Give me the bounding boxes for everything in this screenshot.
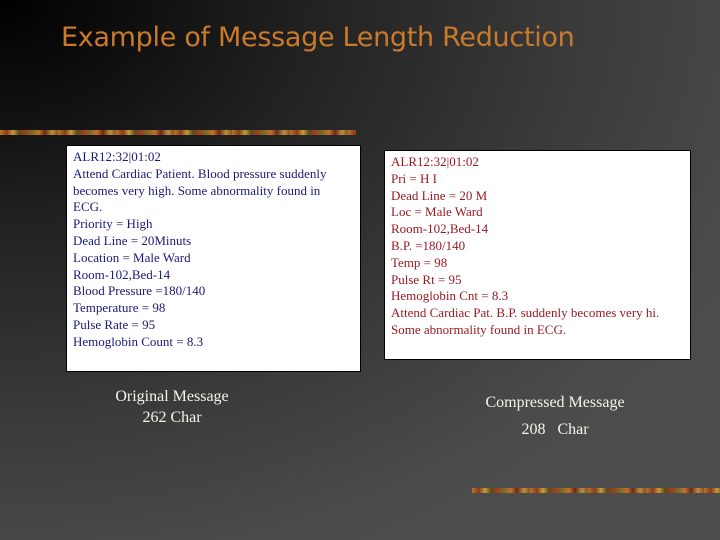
original-line: Pulse Rate = 95 (73, 316, 156, 332)
compressed-line: Room-102,Bed-14 (391, 221, 489, 237)
original-char-count: 262 Char (142, 409, 202, 426)
compressed-line: Pri = H I (391, 170, 437, 186)
compressed-line: Attend Cardiac Pat. B.P. suddenly become… (391, 305, 660, 321)
compressed-char-count: 208 Char (521, 421, 589, 438)
original-message-box: ALR12:32|01:02 Attend Cardiac Patient. B… (66, 145, 361, 372)
original-caption-label: Original Message (115, 388, 229, 405)
compressed-line: Temp = 98 (391, 254, 448, 270)
compressed-line: Pulse Rt = 95 (391, 271, 462, 287)
compressed-line: Dead Line = 20 M (391, 187, 488, 203)
original-message-caption: Original Message 262 Char (86, 386, 258, 428)
original-line: becomes very high. Some abnormality foun… (73, 182, 321, 198)
original-line: Attend Cardiac Patient. Blood pressure s… (73, 165, 327, 181)
decorative-divider-top (0, 130, 356, 135)
original-line: Temperature = 98 (73, 300, 166, 316)
original-line: ALR12:32|01:02 (73, 149, 161, 164)
compressed-line: Hemoglobin Cnt = 8.3 (391, 288, 509, 304)
original-line: Room-102,Bed-14 (73, 266, 171, 282)
original-line: Location = Male Ward (73, 249, 191, 265)
compressed-line: ALR12:32|01:02 (391, 154, 479, 169)
compressed-line: Some abnormality found in ECG. (391, 321, 567, 337)
compressed-caption-label: Compressed Message (485, 394, 625, 411)
original-line: Dead Line = 20Minuts (73, 232, 192, 248)
slide-title: Example of Message Length Reduction (61, 22, 575, 53)
compressed-line: Loc = Male Ward (391, 204, 483, 220)
compressed-message-box: ALR12:32|01:02 Pri = H I Dead Line = 20 … (384, 150, 691, 360)
compressed-line: B.P. =180/140 (391, 237, 466, 253)
original-line: Hemoglobin Count = 8.3 (73, 333, 204, 349)
original-line: ECG. (73, 199, 103, 215)
compressed-message-caption: Compressed Message 208 Char (455, 389, 655, 443)
decorative-divider-bottom (472, 488, 720, 493)
original-line: Priority = High (73, 216, 153, 232)
original-line: Blood Pressure =180/140 (73, 283, 206, 299)
